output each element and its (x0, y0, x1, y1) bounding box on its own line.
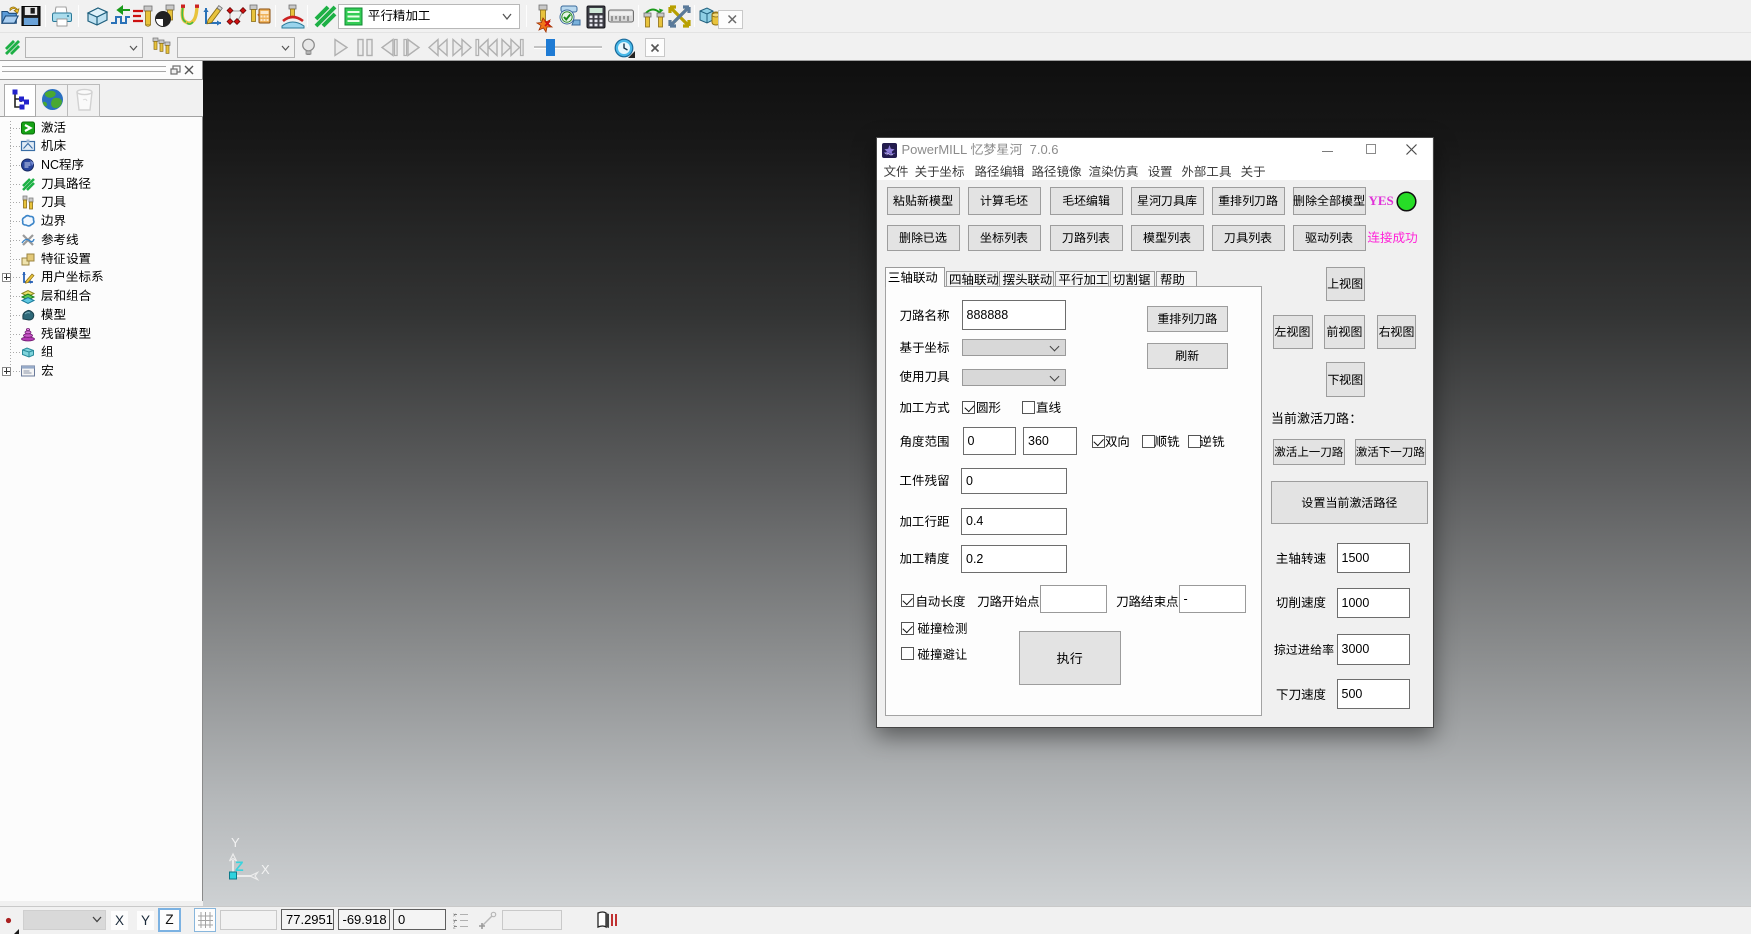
svg-text:z: z (453, 924, 456, 930)
svg-text:Z: Z (235, 858, 244, 874)
svg-text:Y: Y (231, 835, 240, 850)
svg-text:X: X (261, 862, 270, 877)
